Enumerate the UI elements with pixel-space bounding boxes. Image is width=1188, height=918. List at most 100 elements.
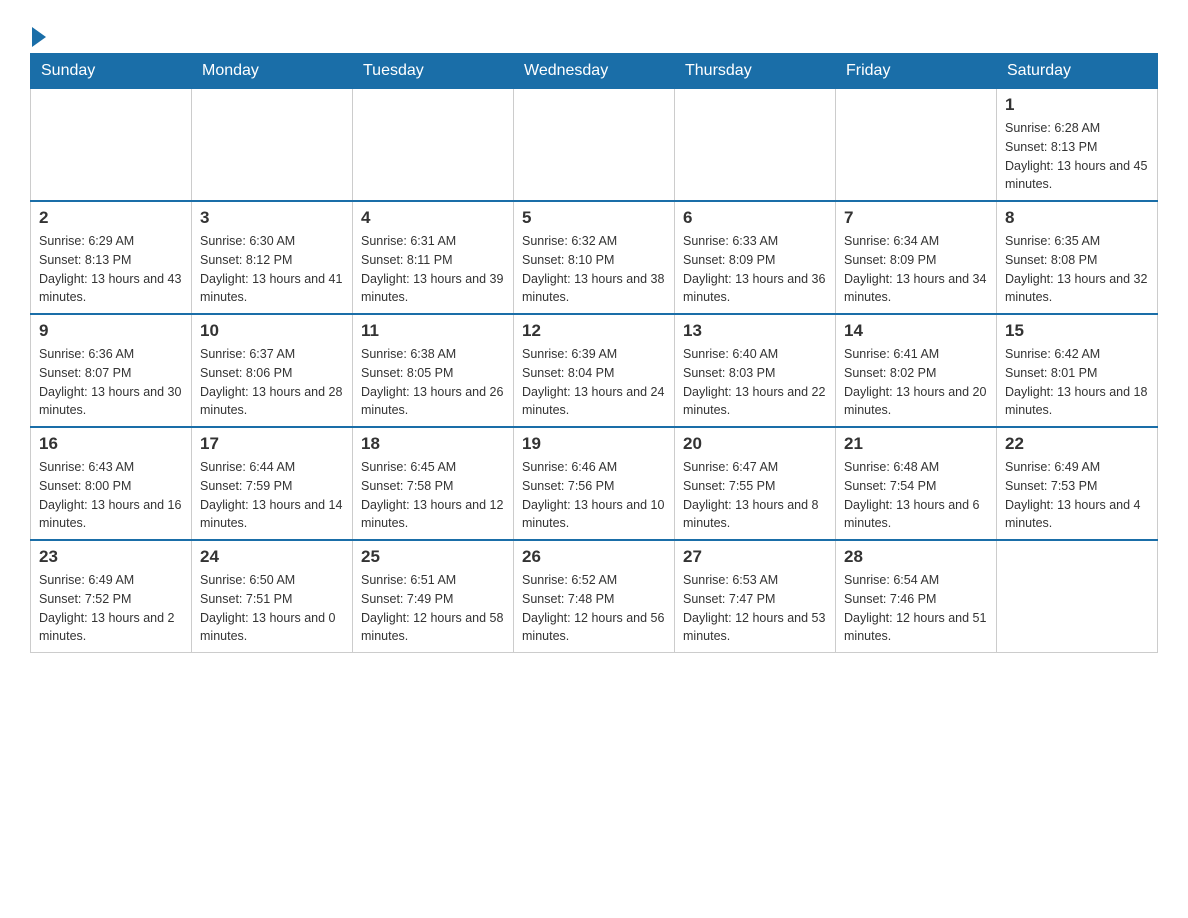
day-number: 26 <box>522 547 666 567</box>
day-info: Sunrise: 6:31 AM Sunset: 8:11 PM Dayligh… <box>361 232 505 307</box>
weekday-header-monday: Monday <box>192 54 353 89</box>
day-number: 10 <box>200 321 344 341</box>
day-info: Sunrise: 6:28 AM Sunset: 8:13 PM Dayligh… <box>1005 119 1149 194</box>
calendar-header-row: SundayMondayTuesdayWednesdayThursdayFrid… <box>31 54 1158 89</box>
weekday-header-sunday: Sunday <box>31 54 192 89</box>
calendar-cell: 9 Sunrise: 6:36 AM Sunset: 8:07 PM Daylig… <box>31 314 192 427</box>
logo <box>30 20 46 43</box>
calendar-cell: 19 Sunrise: 6:46 AM Sunset: 7:56 PM Dayli… <box>514 427 675 540</box>
day-info: Sunrise: 6:35 AM Sunset: 8:08 PM Dayligh… <box>1005 232 1149 307</box>
calendar-cell: 16 Sunrise: 6:43 AM Sunset: 8:00 PM Dayli… <box>31 427 192 540</box>
day-info: Sunrise: 6:54 AM Sunset: 7:46 PM Dayligh… <box>844 571 988 646</box>
weekday-header-saturday: Saturday <box>997 54 1158 89</box>
day-info: Sunrise: 6:32 AM Sunset: 8:10 PM Dayligh… <box>522 232 666 307</box>
day-info: Sunrise: 6:42 AM Sunset: 8:01 PM Dayligh… <box>1005 345 1149 420</box>
day-number: 2 <box>39 208 183 228</box>
day-info: Sunrise: 6:51 AM Sunset: 7:49 PM Dayligh… <box>361 571 505 646</box>
day-number: 22 <box>1005 434 1149 454</box>
calendar-cell: 21 Sunrise: 6:48 AM Sunset: 7:54 PM Dayli… <box>836 427 997 540</box>
day-info: Sunrise: 6:45 AM Sunset: 7:58 PM Dayligh… <box>361 458 505 533</box>
calendar-cell: 20 Sunrise: 6:47 AM Sunset: 7:55 PM Dayli… <box>675 427 836 540</box>
day-number: 25 <box>361 547 505 567</box>
day-info: Sunrise: 6:44 AM Sunset: 7:59 PM Dayligh… <box>200 458 344 533</box>
day-number: 23 <box>39 547 183 567</box>
calendar-cell: 11Sunrise: 6:38 AM Sunset: 8:05 PM Dayli… <box>353 314 514 427</box>
day-info: Sunrise: 6:30 AM Sunset: 8:12 PM Dayligh… <box>200 232 344 307</box>
calendar-cell: 26 Sunrise: 6:52 AM Sunset: 7:48 PM Dayli… <box>514 540 675 653</box>
weekday-header-tuesday: Tuesday <box>353 54 514 89</box>
week-row-2: 2Sunrise: 6:29 AM Sunset: 8:13 PM Daylig… <box>31 201 1158 314</box>
calendar-cell <box>31 89 192 202</box>
day-info: Sunrise: 6:49 AM Sunset: 7:53 PM Dayligh… <box>1005 458 1149 533</box>
calendar-cell: 7 Sunrise: 6:34 AM Sunset: 8:09 PM Daylig… <box>836 201 997 314</box>
calendar-cell <box>997 540 1158 653</box>
calendar-cell: 12 Sunrise: 6:39 AM Sunset: 8:04 PM Dayli… <box>514 314 675 427</box>
day-number: 24 <box>200 547 344 567</box>
day-number: 13 <box>683 321 827 341</box>
calendar-cell: 23 Sunrise: 6:49 AM Sunset: 7:52 PM Dayli… <box>31 540 192 653</box>
calendar-cell: 3 Sunrise: 6:30 AM Sunset: 8:12 PM Daylig… <box>192 201 353 314</box>
calendar-cell: 28 Sunrise: 6:54 AM Sunset: 7:46 PM Dayli… <box>836 540 997 653</box>
day-info: Sunrise: 6:50 AM Sunset: 7:51 PM Dayligh… <box>200 571 344 646</box>
day-info: Sunrise: 6:48 AM Sunset: 7:54 PM Dayligh… <box>844 458 988 533</box>
weekday-header-thursday: Thursday <box>675 54 836 89</box>
logo-arrow-icon <box>32 27 46 47</box>
day-number: 9 <box>39 321 183 341</box>
calendar-cell: 8 Sunrise: 6:35 AM Sunset: 8:08 PM Daylig… <box>997 201 1158 314</box>
calendar-cell: 2Sunrise: 6:29 AM Sunset: 8:13 PM Daylig… <box>31 201 192 314</box>
weekday-header-friday: Friday <box>836 54 997 89</box>
day-number: 12 <box>522 321 666 341</box>
day-number: 7 <box>844 208 988 228</box>
calendar-cell <box>353 89 514 202</box>
day-number: 17 <box>200 434 344 454</box>
calendar-cell: 6 Sunrise: 6:33 AM Sunset: 8:09 PM Daylig… <box>675 201 836 314</box>
day-number: 3 <box>200 208 344 228</box>
day-number: 4 <box>361 208 505 228</box>
calendar-cell: 15 Sunrise: 6:42 AM Sunset: 8:01 PM Dayli… <box>997 314 1158 427</box>
day-number: 21 <box>844 434 988 454</box>
day-number: 15 <box>1005 321 1149 341</box>
calendar-cell: 18 Sunrise: 6:45 AM Sunset: 7:58 PM Dayli… <box>353 427 514 540</box>
day-number: 8 <box>1005 208 1149 228</box>
calendar-cell: 5 Sunrise: 6:32 AM Sunset: 8:10 PM Daylig… <box>514 201 675 314</box>
day-info: Sunrise: 6:39 AM Sunset: 8:04 PM Dayligh… <box>522 345 666 420</box>
day-info: Sunrise: 6:49 AM Sunset: 7:52 PM Dayligh… <box>39 571 183 646</box>
day-info: Sunrise: 6:36 AM Sunset: 8:07 PM Dayligh… <box>39 345 183 420</box>
day-number: 16 <box>39 434 183 454</box>
calendar-cell: 10 Sunrise: 6:37 AM Sunset: 8:06 PM Dayli… <box>192 314 353 427</box>
calendar-cell: 27Sunrise: 6:53 AM Sunset: 7:47 PM Dayli… <box>675 540 836 653</box>
weekday-header-wednesday: Wednesday <box>514 54 675 89</box>
calendar-cell <box>514 89 675 202</box>
calendar-cell: 13Sunrise: 6:40 AM Sunset: 8:03 PM Dayli… <box>675 314 836 427</box>
day-info: Sunrise: 6:37 AM Sunset: 8:06 PM Dayligh… <box>200 345 344 420</box>
calendar-cell: 1 Sunrise: 6:28 AM Sunset: 8:13 PM Daylig… <box>997 89 1158 202</box>
day-info: Sunrise: 6:52 AM Sunset: 7:48 PM Dayligh… <box>522 571 666 646</box>
day-number: 5 <box>522 208 666 228</box>
day-info: Sunrise: 6:46 AM Sunset: 7:56 PM Dayligh… <box>522 458 666 533</box>
calendar-cell: 17 Sunrise: 6:44 AM Sunset: 7:59 PM Dayli… <box>192 427 353 540</box>
calendar-cell: 22 Sunrise: 6:49 AM Sunset: 7:53 PM Dayli… <box>997 427 1158 540</box>
day-info: Sunrise: 6:47 AM Sunset: 7:55 PM Dayligh… <box>683 458 827 533</box>
day-number: 28 <box>844 547 988 567</box>
day-number: 1 <box>1005 95 1149 115</box>
calendar-cell: 14 Sunrise: 6:41 AM Sunset: 8:02 PM Dayli… <box>836 314 997 427</box>
day-number: 20 <box>683 434 827 454</box>
week-row-5: 23 Sunrise: 6:49 AM Sunset: 7:52 PM Dayli… <box>31 540 1158 653</box>
day-info: Sunrise: 6:34 AM Sunset: 8:09 PM Dayligh… <box>844 232 988 307</box>
calendar-cell <box>836 89 997 202</box>
week-row-3: 9 Sunrise: 6:36 AM Sunset: 8:07 PM Daylig… <box>31 314 1158 427</box>
calendar-cell <box>675 89 836 202</box>
day-info: Sunrise: 6:53 AM Sunset: 7:47 PM Dayligh… <box>683 571 827 646</box>
calendar-cell <box>192 89 353 202</box>
day-info: Sunrise: 6:41 AM Sunset: 8:02 PM Dayligh… <box>844 345 988 420</box>
day-info: Sunrise: 6:33 AM Sunset: 8:09 PM Dayligh… <box>683 232 827 307</box>
week-row-1: 1 Sunrise: 6:28 AM Sunset: 8:13 PM Daylig… <box>31 89 1158 202</box>
week-row-4: 16 Sunrise: 6:43 AM Sunset: 8:00 PM Dayli… <box>31 427 1158 540</box>
day-number: 6 <box>683 208 827 228</box>
day-info: Sunrise: 6:43 AM Sunset: 8:00 PM Dayligh… <box>39 458 183 533</box>
day-number: 18 <box>361 434 505 454</box>
page-header <box>30 20 1158 43</box>
day-number: 19 <box>522 434 666 454</box>
day-number: 14 <box>844 321 988 341</box>
calendar-cell: 4 Sunrise: 6:31 AM Sunset: 8:11 PM Daylig… <box>353 201 514 314</box>
